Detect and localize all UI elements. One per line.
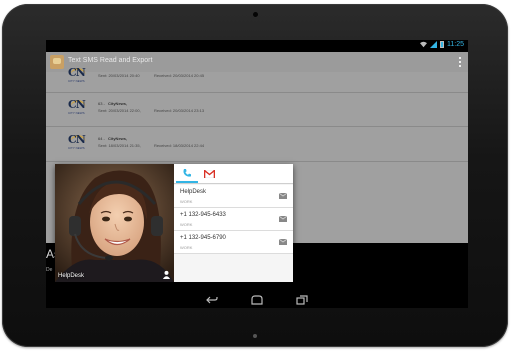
tab-phone[interactable]: [176, 164, 198, 183]
sms-received: Received: 20/03/2014 23:13: [154, 108, 205, 113]
tab-gmail[interactable]: [198, 164, 220, 183]
citynews-logo: CN CITY NEWS: [68, 66, 86, 83]
wifi-icon: [420, 41, 427, 48]
citynews-logo: CN CITY NEWS: [68, 133, 86, 150]
contact-tabs: [174, 164, 293, 184]
app-icon[interactable]: [50, 55, 64, 69]
sms-sent: Sent: 20/03/2014 20:40: [98, 73, 140, 78]
bezel-dot: [253, 334, 257, 338]
back-icon[interactable]: [206, 295, 218, 305]
contact-badge-icon: [162, 270, 171, 279]
list-item[interactable]: CN CITY NEWS Sent: 20/03/2014 20:40 Rece…: [46, 66, 468, 93]
sms-sender: CityNews,: [108, 136, 128, 141]
message-icon[interactable]: [279, 193, 287, 199]
contact-entry[interactable]: HelpDesk WORK: [174, 185, 293, 208]
overflow-menu-icon[interactable]: [459, 57, 462, 67]
phone-icon: [183, 168, 191, 177]
list-item[interactable]: CN CITY NEWS 63 - CityNews, Sent: 20/03/…: [46, 92, 468, 127]
contact-entry[interactable]: +1 132-945-6790 WORK: [174, 231, 293, 254]
status-bar: 11:25: [46, 40, 468, 52]
battery-icon: [440, 41, 444, 48]
quick-contact-badge: HelpDesk HelpDesk WORK +1 132-945-6433 W…: [55, 164, 293, 282]
home-icon[interactable]: [251, 295, 263, 305]
entry-type: WORK: [180, 199, 193, 204]
status-time: 11:25: [447, 41, 464, 48]
banner-text-2: De: [46, 267, 53, 273]
recents-icon[interactable]: [296, 295, 308, 305]
sms-received: Received: 20/03/2014 20:45: [154, 73, 205, 78]
navigation-bar: [46, 292, 468, 308]
sms-sender: CityNews,: [108, 101, 128, 106]
entry-value: +1 132-945-6790: [180, 235, 226, 241]
contact-photo[interactable]: HelpDesk: [55, 164, 174, 282]
tablet-screen: 11:25 Text SMS Read and Export CN CITY N…: [46, 40, 468, 308]
contact-name: HelpDesk: [58, 273, 85, 279]
contact-photo-image: [55, 164, 174, 282]
entry-value: HelpDesk: [180, 189, 207, 195]
app-title: Text SMS Read and Export: [68, 57, 153, 64]
sms-received: Received: 18/03/2014 22:44: [154, 143, 205, 148]
sms-sent: Sent: 18/03/2014 21:35,: [98, 143, 141, 148]
entry-type: WORK: [180, 222, 193, 227]
contact-entry[interactable]: +1 132-945-6433 WORK: [174, 208, 293, 231]
front-camera: [253, 12, 258, 17]
status-icons: 11:25: [420, 41, 464, 48]
contact-details-panel: HelpDesk WORK +1 132-945-6433 WORK +1 13…: [174, 164, 293, 282]
gmail-icon: [203, 169, 215, 178]
entry-value: +1 132-945-6433: [180, 212, 226, 218]
message-icon[interactable]: [279, 216, 287, 222]
message-icon[interactable]: [279, 239, 287, 245]
sms-number: 64 -: [98, 136, 105, 141]
entry-type: WORK: [180, 245, 193, 250]
citynews-logo: CN CITY NEWS: [68, 98, 86, 115]
sms-sent: Sent: 20/03/2014 22:00,: [98, 108, 141, 113]
sms-number: 63 -: [98, 101, 105, 106]
list-item[interactable]: CN CITY NEWS 64 - CityNews, Sent: 18/03/…: [46, 127, 468, 162]
action-bar: Text SMS Read and Export: [46, 52, 468, 72]
signal-icon: [430, 41, 437, 48]
